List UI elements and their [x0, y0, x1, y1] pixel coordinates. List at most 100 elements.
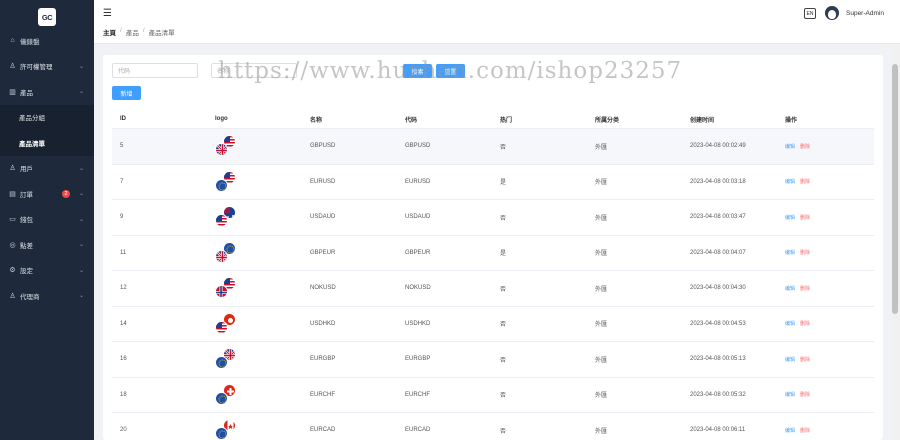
eu-flag-icon: [215, 391, 228, 405]
sidebar-item-7[interactable]: ▭ 錢包 ⌄: [0, 207, 94, 233]
sidebar-item-3[interactable]: 產品分組: [0, 104, 94, 130]
search-button[interactable]: 搜索: [403, 64, 432, 78]
delete-link[interactable]: 删除: [800, 214, 810, 221]
cell-category: 外匯: [595, 428, 608, 435]
cell-category: 外匯: [595, 322, 608, 329]
cell-name: EURUSD: [310, 178, 336, 185]
chevron-down-icon: ⌄: [78, 191, 84, 198]
edit-link[interactable]: 编辑: [785, 178, 795, 185]
edit-link[interactable]: 编辑: [785, 320, 795, 327]
delete-link[interactable]: 删除: [800, 356, 810, 363]
currency-pair-flags: [215, 312, 237, 335]
us-flag-icon: [215, 320, 228, 334]
wallet-icon: ▭: [9, 216, 16, 224]
delete-link[interactable]: 删除: [800, 427, 810, 434]
scrollbar-thumb[interactable]: [892, 64, 898, 314]
table-row: 20 EURCAD EURCAD 否 外匯 2023-04-08 00:06:11 编辑 删除: [112, 413, 874, 440]
eu-flag-icon: [215, 427, 228, 440]
breadcrumb-products[interactable]: 產品: [126, 27, 139, 37]
chevron-down-icon: ⌄: [78, 63, 84, 70]
menu-toggle-icon[interactable]: ☰: [103, 8, 112, 19]
cell-id: 18: [120, 391, 127, 398]
delete-link[interactable]: 删除: [800, 178, 810, 185]
cell-category: 外匯: [595, 393, 608, 400]
home-icon: ⌂: [10, 37, 15, 45]
sidebar-item-label: 訂單: [20, 191, 33, 199]
delete-link[interactable]: 删除: [800, 391, 810, 398]
sidebar-item-10[interactable]: ♙ 代理商 ⌄: [0, 283, 94, 309]
chevron-down-icon: ⌄: [78, 242, 84, 249]
delete-link[interactable]: 删除: [800, 249, 810, 256]
eu-flag-icon: [215, 178, 228, 192]
sidebar-item-9[interactable]: ⚙ 設定 ⌄: [0, 258, 94, 284]
table-body: 5 GBPUSD GBPUSD 否外匯 2023-04-08 00:02:49 编辑 删除 7…: [112, 129, 874, 440]
cell-hot: 否: [500, 428, 507, 435]
currency-pair-flags: [215, 135, 237, 157]
product-table: ID logo 名称 代码 热门 所属分类 创建时间 操作 5 GBPUSD GBP…: [112, 110, 874, 440]
language-toggle[interactable]: EN: [804, 8, 816, 19]
username[interactable]: Super-Admin: [846, 10, 884, 17]
sidebar-menu: ⌂ 儀錶盤 ♙ 許可權管理 ⌄ ▥ 產品 ⌄ 產品分組 產品清單 ♙ 用戶 ⌄ ▤ 訂單 2 ⌄ ▭ 錢包 ⌄ ◎ 點差 ⌄…: [0, 28, 94, 309]
sidebar-item-8[interactable]: ◎ 點差 ⌄: [0, 232, 94, 258]
column-header-name: 名称: [310, 117, 323, 124]
notification-badge: 2: [62, 189, 70, 198]
edit-link[interactable]: 编辑: [785, 214, 795, 221]
edit-link[interactable]: 编辑: [785, 285, 795, 292]
cell-name: EURGBP: [310, 356, 336, 363]
add-button[interactable]: 新增: [112, 86, 141, 100]
breadcrumb-separator: /: [120, 27, 122, 34]
cell-code: EURGBP: [405, 356, 431, 363]
chart-icon: ▥: [9, 88, 16, 96]
order-icon: ▤: [9, 190, 16, 198]
edit-link[interactable]: 编辑: [785, 391, 795, 398]
sidebar-item-1[interactable]: ♙ 許可權管理 ⌄: [0, 54, 94, 80]
sidebar-item-0[interactable]: ⌂ 儀錶盤: [0, 28, 94, 54]
breadcrumb-home[interactable]: 主頁: [103, 27, 116, 37]
chevron-down-icon: ⌄: [78, 216, 84, 223]
delete-link[interactable]: 删除: [800, 320, 810, 327]
cell-code: USDAUD: [405, 214, 431, 221]
sidebar-item-5[interactable]: ♙ 用戶 ⌄: [0, 156, 94, 182]
uk-flag-icon: [215, 143, 228, 157]
sidebar-item-label: 許可權管理: [20, 64, 53, 72]
cell-actions: 编辑 删除: [777, 285, 872, 292]
currency-pair-flags: [215, 348, 237, 370]
cell-logo: [207, 277, 302, 299]
name-search-input[interactable]: 名称: [211, 63, 297, 78]
cell-created-time: 2023-04-08 00:05:32: [690, 391, 746, 398]
cell-id: 9: [120, 214, 124, 221]
cell-category: 外匯: [595, 357, 608, 364]
table-row: 18 EURCHF EURCHF 否 外匯 2023-04-08 00:05:32 编辑 删除: [112, 378, 874, 413]
column-header-id: ID: [120, 116, 126, 122]
cell-created-time: 2023-04-08 00:05:13: [690, 356, 746, 363]
page-scrollbar[interactable]: [891, 44, 900, 440]
cell-logo: [207, 241, 302, 264]
sidebar-item-4[interactable]: 產品清單: [0, 130, 94, 156]
cell-hot: 否: [500, 393, 507, 400]
edit-link[interactable]: 编辑: [785, 356, 795, 363]
column-header-created: 创建时间: [690, 117, 715, 124]
cell-logo: [207, 348, 302, 370]
table-row: 14 USDHKD USDHKD 否 外匯 2023-04-08 00:04:53 编辑 删除: [112, 307, 874, 342]
cell-hot: 否: [500, 215, 507, 222]
sidebar-item-2[interactable]: ▥ 產品 ⌄: [0, 79, 94, 105]
edit-link[interactable]: 编辑: [785, 249, 795, 256]
edit-link[interactable]: 编辑: [785, 427, 795, 434]
cell-created-time: 2023-04-08 00:04:30: [690, 285, 746, 292]
cell-code: GBPUSD: [405, 143, 431, 150]
sidebar-item-label: 設定: [20, 268, 33, 276]
avatar[interactable]: [825, 6, 839, 20]
app-logo[interactable]: GC: [38, 8, 56, 26]
sidebar-item-label: 產品: [20, 89, 33, 97]
reset-button[interactable]: 重置: [436, 64, 465, 78]
cell-hot: 是: [500, 251, 507, 258]
cell-actions: 编辑 删除: [777, 249, 872, 256]
code-search-input[interactable]: 代码: [112, 63, 198, 78]
edit-link[interactable]: 编辑: [785, 143, 795, 150]
cell-actions: 编辑 删除: [777, 214, 872, 221]
delete-link[interactable]: 删除: [800, 285, 810, 292]
cell-category: 外匯: [595, 215, 608, 222]
cell-code: EURUSD: [405, 178, 431, 185]
delete-link[interactable]: 删除: [800, 143, 810, 150]
sidebar-item-6[interactable]: ▤ 訂單 2 ⌄: [0, 181, 94, 207]
